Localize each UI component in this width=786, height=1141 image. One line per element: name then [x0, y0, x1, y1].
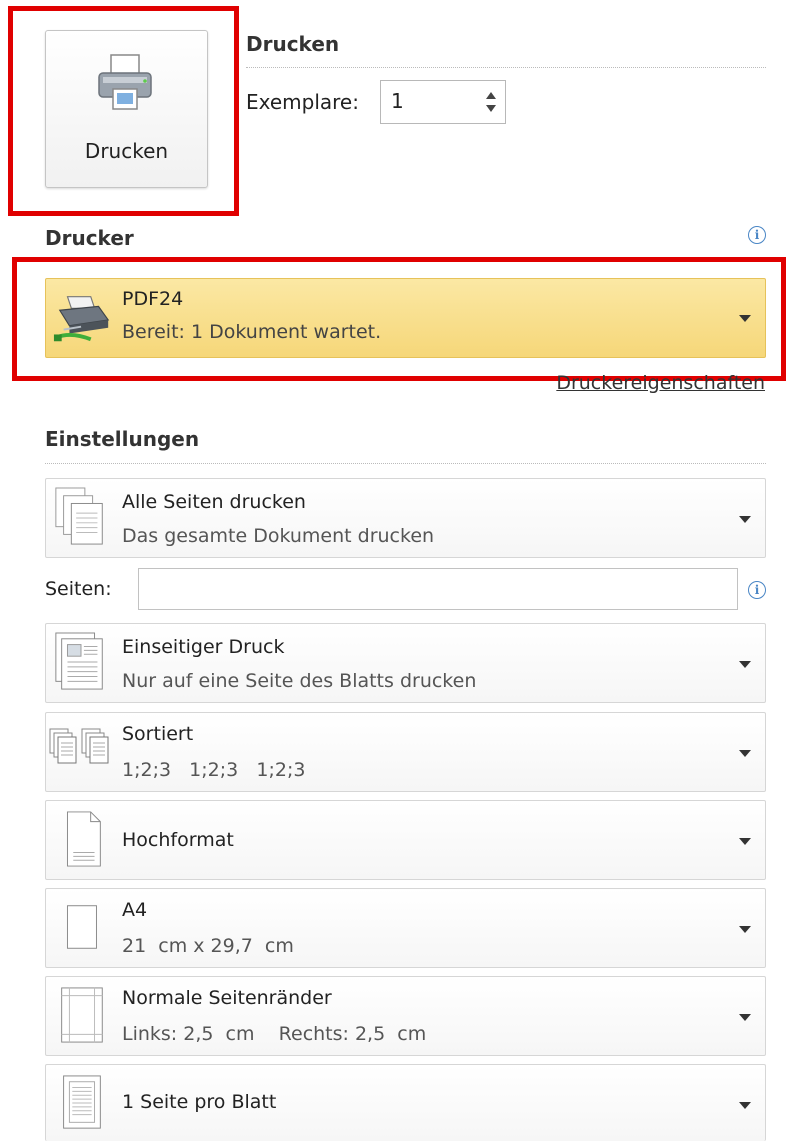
- highlight-box-print: [8, 6, 239, 216]
- print-range-dropdown[interactable]: Alle Seiten drucken Das gesamte Dokument…: [45, 478, 766, 558]
- setting-subtitle: 21 cm x 29,7 cm: [122, 935, 294, 957]
- copies-label: Exemplare:: [246, 90, 359, 114]
- pages-info-icon[interactable]: i: [748, 581, 766, 599]
- margins-icon: [61, 987, 103, 1043]
- collation-dropdown[interactable]: Sortiert 1;2;3 1;2;3 1;2;3: [45, 712, 766, 792]
- print-section-title: Drucken: [246, 32, 340, 56]
- chevron-down-icon: [739, 838, 751, 845]
- pages-label: Seiten:: [45, 578, 112, 600]
- pages-per-sheet-icon: [63, 1075, 101, 1129]
- pages-input[interactable]: [138, 568, 738, 610]
- chevron-down-icon: [739, 926, 751, 933]
- setting-title: Normale Seitenränder: [122, 987, 332, 1009]
- setting-subtitle: Nur auf eine Seite des Blatts drucken: [122, 670, 477, 692]
- highlight-box-printer: [12, 257, 786, 381]
- setting-title: Hochformat: [122, 829, 234, 851]
- setting-title: Alle Seiten drucken: [122, 491, 306, 513]
- printer-section-title: Drucker: [45, 226, 134, 250]
- settings-section-title: Einstellungen: [45, 427, 200, 451]
- pages-per-sheet-dropdown[interactable]: 1 Seite pro Blatt: [45, 1064, 766, 1141]
- setting-subtitle: Links: 2,5 cm Rechts: 2,5 cm: [122, 1023, 427, 1045]
- collated-icon: [49, 728, 109, 764]
- paper-size-icon: [66, 905, 97, 949]
- printer-properties-link[interactable]: Druckereigenschaften: [556, 372, 765, 394]
- print-divider: [246, 67, 766, 68]
- printer-info-icon[interactable]: i: [748, 226, 766, 244]
- setting-title: Sortiert: [122, 723, 194, 745]
- setting-subtitle: Das gesamte Dokument drucken: [122, 525, 435, 547]
- margins-dropdown[interactable]: Normale Seitenränder Links: 2,5 cm Recht…: [45, 976, 766, 1056]
- setting-title: A4: [122, 899, 148, 921]
- setting-subtitle: 1;2;3 1;2;3 1;2;3: [122, 759, 306, 781]
- setting-title: Einseitiger Druck: [122, 636, 285, 658]
- chevron-down-icon: [739, 1102, 751, 1109]
- setting-title: 1 Seite pro Blatt: [122, 1091, 277, 1113]
- copies-value: 1: [391, 89, 404, 113]
- one-sided-icon: [55, 632, 103, 690]
- portrait-icon: [66, 811, 101, 867]
- copies-stepper[interactable]: 1: [380, 80, 506, 124]
- chevron-down-icon: [739, 516, 751, 523]
- chevron-down-icon: [739, 661, 751, 668]
- spinner-arrows-icon[interactable]: [483, 87, 499, 117]
- duplex-dropdown[interactable]: Einseitiger Druck Nur auf eine Seite des…: [45, 623, 766, 703]
- chevron-down-icon: [739, 750, 751, 757]
- orientation-dropdown[interactable]: Hochformat: [45, 800, 766, 880]
- paper-size-dropdown[interactable]: A4 21 cm x 29,7 cm: [45, 888, 766, 968]
- pages-stack-icon: [55, 487, 103, 545]
- chevron-down-icon: [739, 1014, 751, 1021]
- settings-divider: [45, 463, 766, 464]
